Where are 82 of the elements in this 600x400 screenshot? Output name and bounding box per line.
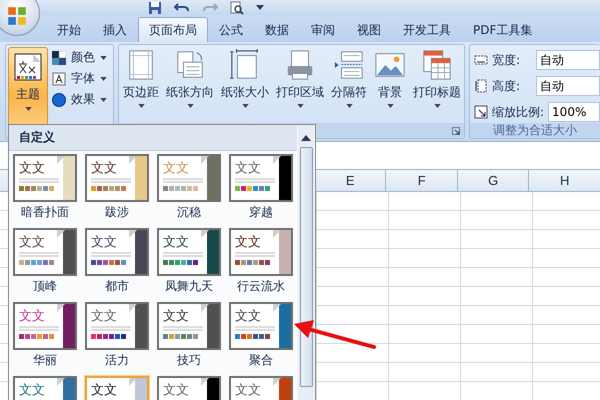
theme-thumbnail[interactable]: 文文 [85,154,149,202]
input-field[interactable]: 100% [548,102,600,122]
theme-thumbnail[interactable]: 文文 [85,228,149,276]
theme-thumbnail[interactable]: 文文 [13,154,77,202]
page-break-icon [333,49,365,81]
print-preview-icon[interactable] [230,0,244,14]
theme-thumbnail[interactable]: 文文 [13,228,77,276]
color-squares-icon [52,50,66,64]
circle-icon [52,92,66,106]
ribbon-tab[interactable]: PDF工具集 [462,17,544,42]
caret-icon [100,56,107,60]
column-header[interactable]: H [528,170,600,191]
ribbon-button[interactable]: 页边距 [121,49,161,123]
width-icon [474,53,488,67]
theme-name: 顶峰 [33,278,57,295]
ribbon-tab[interactable]: 公式 [208,17,254,42]
ribbon-tab[interactable]: 开发工具 [392,17,462,42]
caret-icon [138,104,144,108]
theme-thumbnail[interactable]: 文文 [85,302,149,350]
ribbon-tab[interactable]: 审阅 [300,17,346,42]
theme-name: 沉稳 [177,204,201,221]
office-logo-icon [6,5,28,27]
theme-thumbnail[interactable]: 文文 [157,376,221,400]
ribbon-dropdown-button[interactable]: 颜色 [52,49,107,66]
column-header[interactable]: F [385,170,457,191]
ribbon-tab[interactable]: 视图 [346,17,392,42]
input-field[interactable]: 自动 [536,50,600,70]
caret-icon [386,104,394,108]
theme-name: 凤舞九天 [165,278,213,295]
dropdown-icon[interactable] [256,4,264,10]
caret-icon [186,104,194,108]
ribbon-tab[interactable]: 数据 [254,17,300,42]
dialog-launcher-icon[interactable] [452,126,460,134]
ribbon-tab[interactable]: 开始 [46,17,92,42]
theme-thumbnail[interactable]: 文文 [85,376,149,400]
ribbon-tab[interactable]: 页面布局 [138,17,208,42]
theme-thumbnail[interactable]: 文文 [229,302,293,350]
theme-name: 活力 [105,352,129,369]
font-icon [52,72,66,86]
theme-thumbnail[interactable]: 文文 [229,376,293,400]
theme-thumbnail[interactable]: 文文 [157,302,221,350]
caret-icon [296,104,304,108]
theme-thumbnail[interactable]: 文文 [157,228,221,276]
caret-icon [100,76,107,80]
caret-icon [346,104,352,108]
table-pages-icon [421,49,453,81]
ribbon-button[interactable]: 纸张方向 [164,49,216,123]
caret-icon [434,104,440,108]
height-icon [474,79,488,93]
ribbon-button[interactable]: 背景 [372,49,408,123]
ribbon-tab[interactable]: 插入 [92,17,138,42]
theme-name: 聚合 [249,352,273,369]
theme-name: 穿越 [249,204,273,221]
scale-icon [474,105,488,119]
ribbon-button[interactable]: 纸张大小 [219,49,271,123]
ribbon-dropdown-button[interactable]: 效果 [52,91,107,108]
save-icon[interactable] [148,0,162,14]
theme-icon [13,52,43,82]
caret-icon [100,98,107,102]
ribbon-dropdown-button[interactable]: 字体 [52,70,107,87]
scrollbar-thumb[interactable] [300,147,312,387]
theme-thumbnail[interactable]: 文文 [13,302,77,350]
theme-name: 行云流水 [237,278,285,295]
theme-name: 都市 [105,278,129,295]
theme-thumbnail[interactable]: 文文 [229,154,293,202]
field-label: 宽度: [492,52,522,68]
theme-name: 暗香扑面 [21,204,69,221]
caret-icon [242,104,248,108]
field-label: 高度: [492,78,522,94]
theme-thumbnail[interactable]: 文文 [229,228,293,276]
theme-name: 跋涉 [105,204,129,221]
theme-thumbnail[interactable]: 文文 [13,376,77,400]
column-header[interactable]: G [456,170,528,191]
theme-name: 技巧 [177,352,201,369]
ribbon-button[interactable]: 打印区域 [274,49,326,123]
ribbon-button[interactable]: 打印标题 [411,49,463,123]
field-label: 缩放比例: [492,104,544,120]
group-caption: 调整为合适大小 [470,123,600,138]
theme-name: 华丽 [33,352,57,369]
input-field[interactable]: 自动 [536,76,600,96]
ribbon-button[interactable]: 分隔符 [329,49,369,123]
caret-icon [24,107,32,111]
